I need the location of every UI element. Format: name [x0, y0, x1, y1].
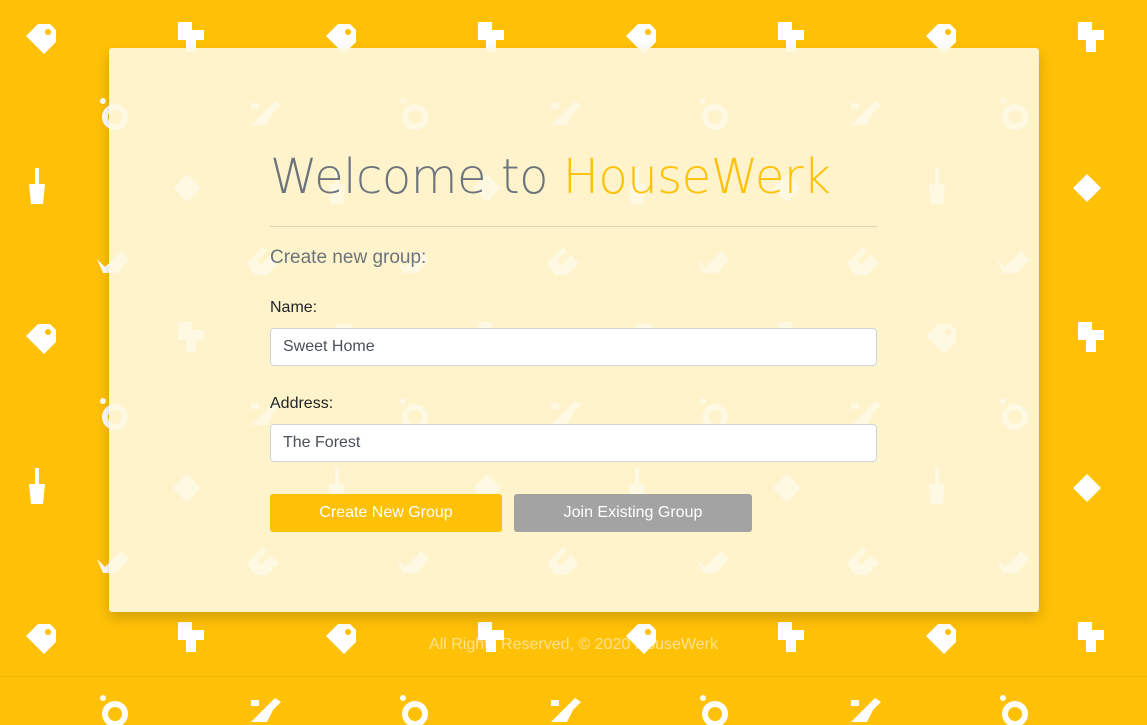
name-input[interactable] — [270, 328, 877, 366]
page-title: Welcome to HouseWerk — [270, 144, 877, 210]
address-input[interactable] — [270, 424, 877, 462]
footer-divider — [0, 676, 1147, 677]
title-divider — [270, 226, 877, 227]
form-heading: Create new group: — [270, 247, 427, 268]
brand-name: HouseWerk — [562, 149, 831, 205]
join-group-button[interactable]: Join Existing Group — [514, 494, 752, 532]
action-buttons: Create New Group Join Existing Group — [270, 494, 877, 532]
welcome-card: Welcome to HouseWerk Create new group: N… — [109, 48, 1039, 612]
create-group-panel: Welcome to HouseWerk Create new group: N… — [270, 144, 877, 532]
title-prefix: Welcome to — [270, 149, 563, 205]
footer-copyright: All Rights Reserved, © 2020 HouseWerk — [429, 636, 718, 653]
address-label: Address: — [270, 395, 334, 412]
create-group-button[interactable]: Create New Group — [270, 494, 502, 532]
name-label: Name: — [270, 299, 318, 316]
